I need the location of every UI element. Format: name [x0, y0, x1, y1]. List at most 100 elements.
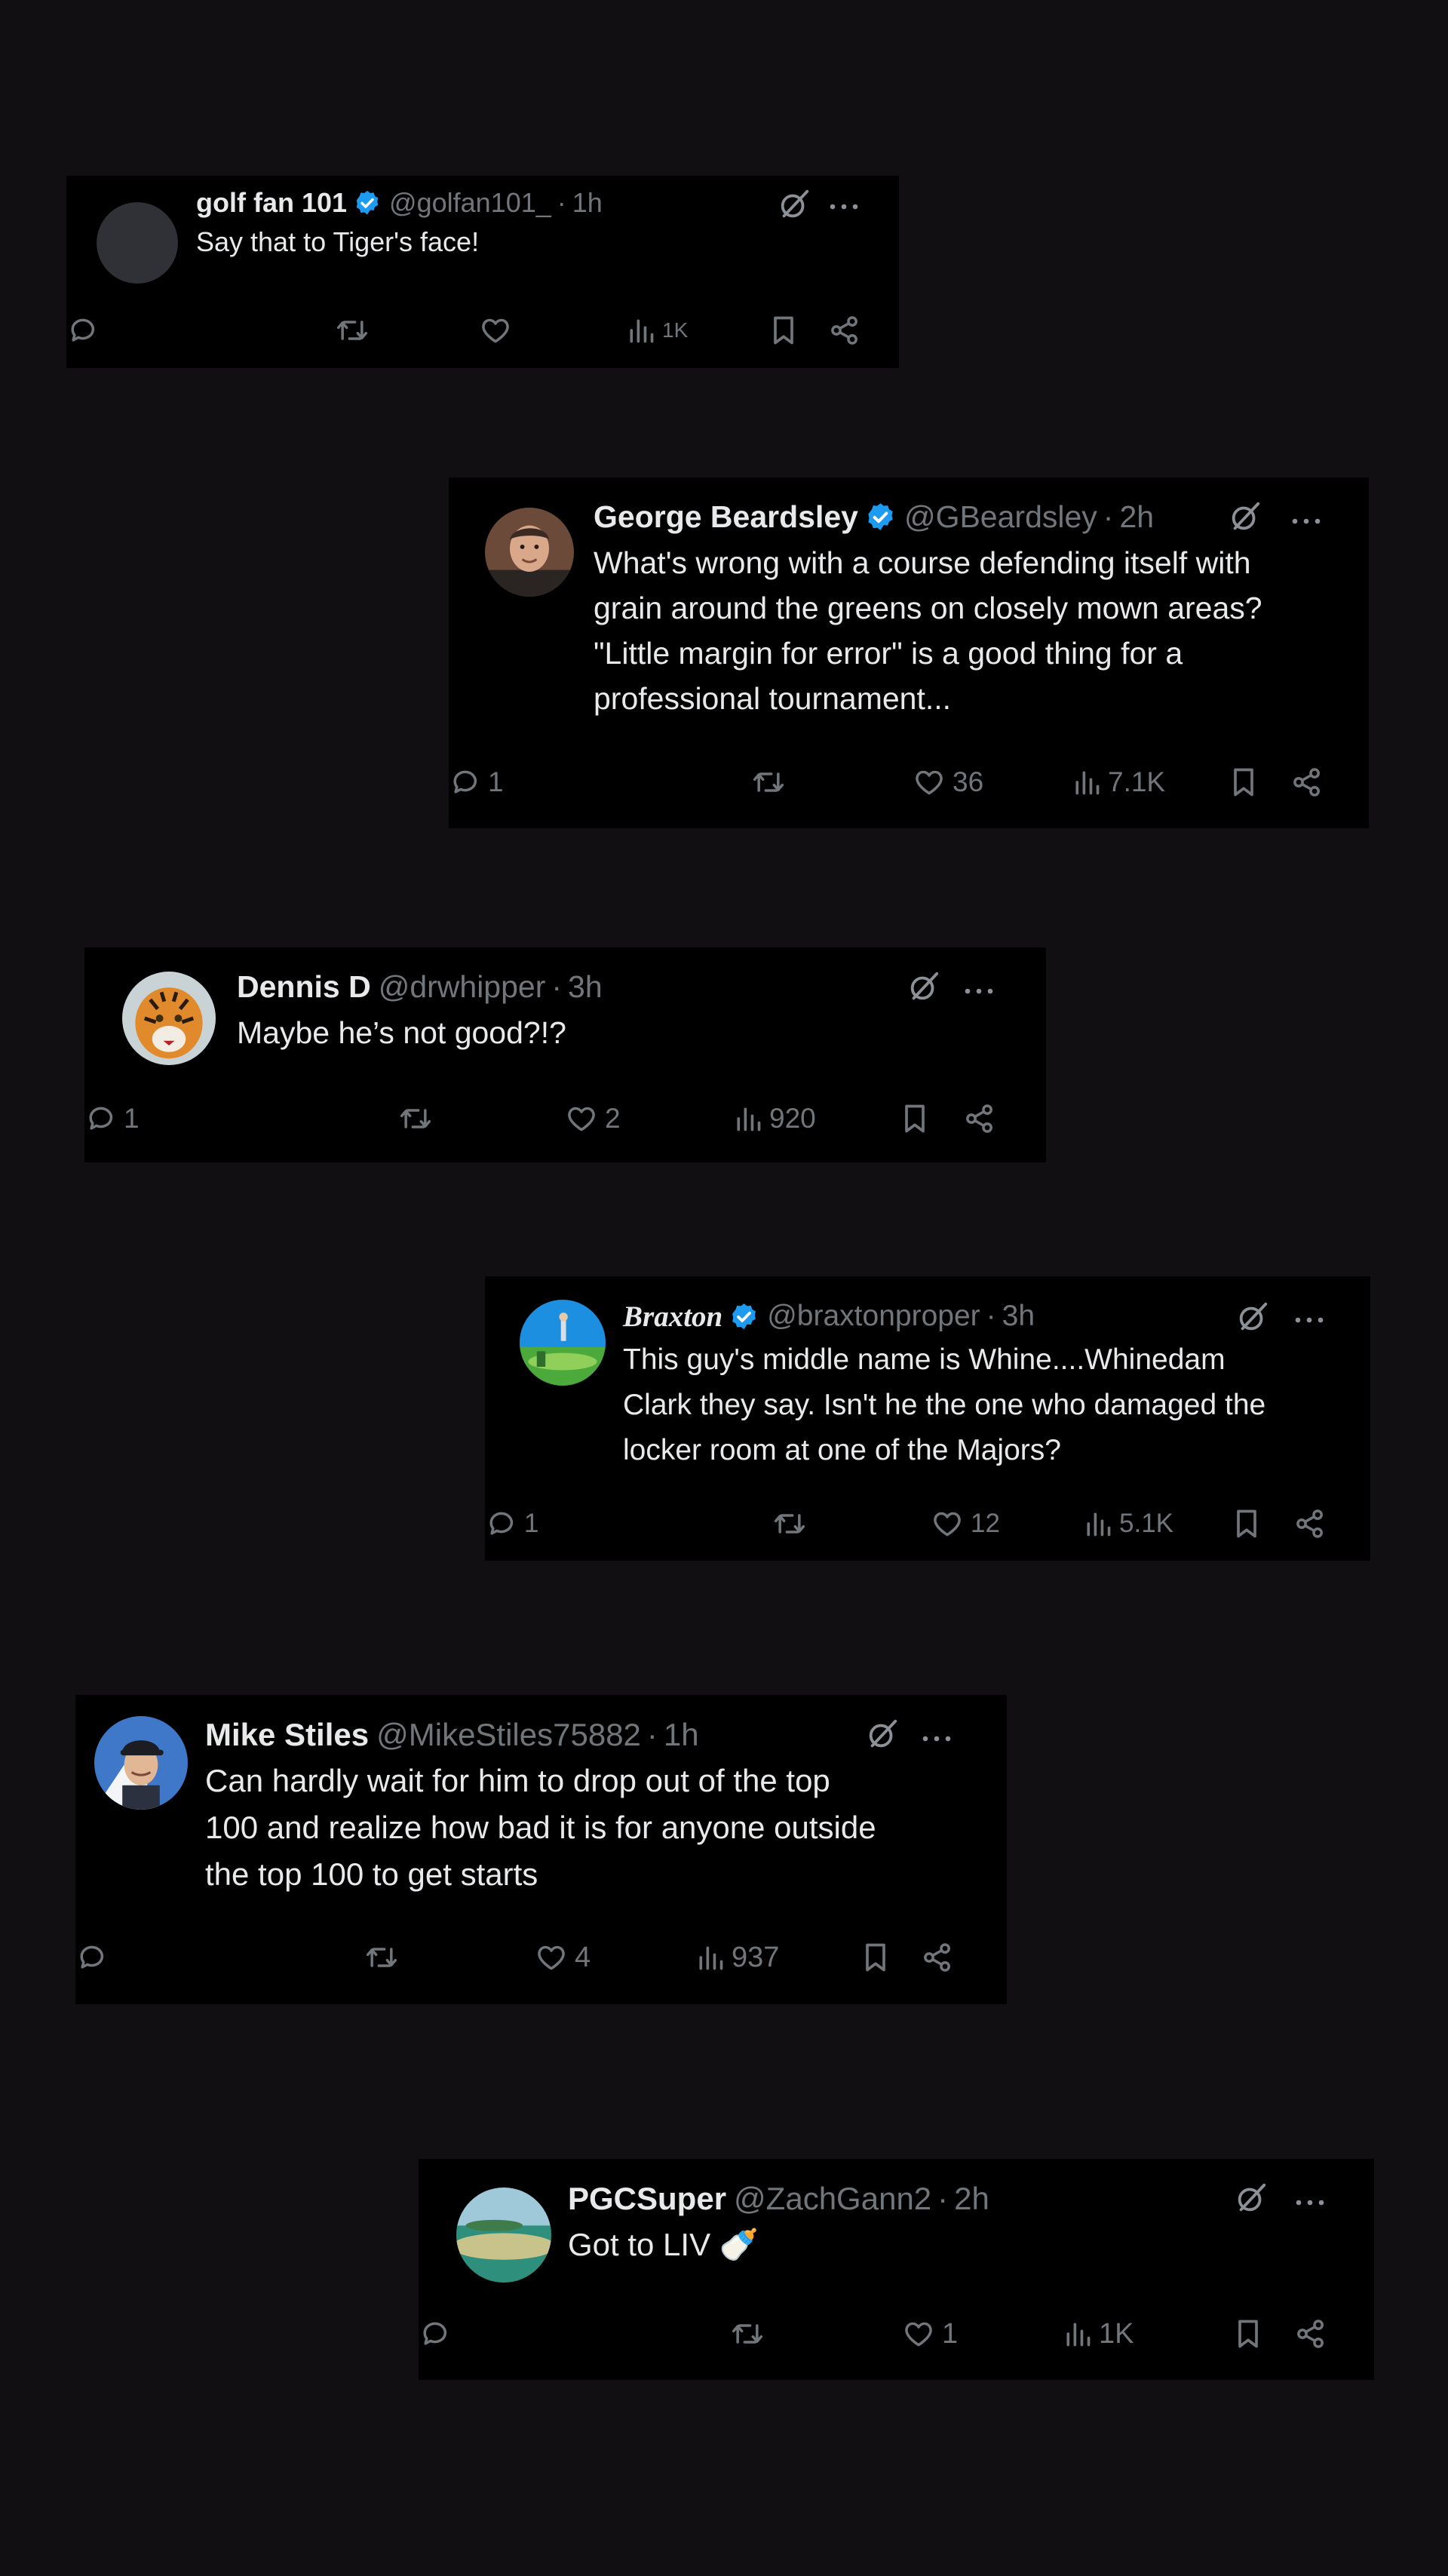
reply-button[interactable]	[75, 1941, 115, 1974]
grok-icon[interactable]	[1235, 1300, 1270, 1334]
views-button[interactable]: 5.1K	[1083, 1507, 1173, 1540]
more-icon[interactable]	[921, 1734, 953, 1743]
retweet-button[interactable]	[334, 314, 376, 347]
views-button[interactable]: 920	[733, 1102, 816, 1135]
bookmark-button[interactable]	[1232, 1507, 1261, 1540]
like-button[interactable]: 4	[534, 1941, 591, 1974]
likes-count: 12	[971, 1509, 1000, 1538]
like-button[interactable]	[478, 314, 519, 347]
share-icon	[1290, 766, 1324, 799]
author-handle[interactable]: @GBeardsley	[904, 499, 1097, 535]
tweet-text: Got to LIV 🍼	[568, 2221, 759, 2268]
timestamp[interactable]: 3h	[568, 969, 603, 1005]
avatar[interactable]	[94, 1716, 188, 1810]
more-icon[interactable]	[1290, 517, 1322, 526]
reply-button[interactable]	[419, 2317, 458, 2350]
bookmark-button[interactable]	[769, 314, 798, 347]
timestamp[interactable]: 1h	[572, 187, 603, 219]
views-button[interactable]: 937	[695, 1941, 779, 1974]
retweet-button[interactable]	[729, 2317, 772, 2350]
author-handle[interactable]: @golfan101_	[389, 187, 551, 219]
avatar[interactable]	[485, 508, 574, 597]
author-name[interactable]: George Beardsley	[594, 499, 858, 535]
grok-icon[interactable]	[865, 1717, 900, 1752]
grok-icon[interactable]	[907, 969, 941, 1004]
tweet-header: PGCSuper @ZachGann2 · 2h	[568, 2181, 989, 2217]
views-button[interactable]: 7.1K	[1072, 766, 1165, 799]
views-icon	[733, 1102, 763, 1135]
like-button[interactable]: 36	[912, 766, 983, 799]
share-button[interactable]	[1290, 766, 1324, 799]
author-name[interactable]: Mike Stiles	[205, 1717, 369, 1753]
retweet-button[interactable]	[364, 1941, 406, 1974]
views-button[interactable]: 1K	[626, 314, 688, 347]
views-count: 5.1K	[1119, 1509, 1173, 1538]
more-icon[interactable]	[828, 202, 860, 211]
timestamp[interactable]: 2h	[1119, 499, 1154, 535]
bookmark-icon	[861, 1941, 890, 1974]
avatar[interactable]	[122, 972, 216, 1065]
author-handle[interactable]: @ZachGann2	[734, 2181, 931, 2217]
author-name[interactable]: golf fan 101	[196, 187, 347, 219]
avatar[interactable]	[97, 202, 178, 284]
author-handle[interactable]: @MikeStiles75882	[376, 1717, 641, 1753]
separator-dot: ·	[646, 1716, 658, 1752]
timestamp[interactable]: 2h	[954, 2181, 989, 2217]
share-button[interactable]	[1293, 1507, 1327, 1540]
tweet-text-line: 100 and realize how bad it is for anyone…	[205, 1810, 876, 1846]
bookmark-button[interactable]	[1229, 766, 1258, 799]
like-button[interactable]: 1	[901, 2317, 958, 2350]
author-handle[interactable]: @drwhipper	[379, 969, 546, 1005]
tweet-card[interactable]: Mike Stiles @MikeStiles75882 · 1h Can hardly…	[75, 1695, 1007, 2004]
bookmark-button[interactable]	[900, 1102, 929, 1135]
tweet-card[interactable]: Braxton @braxtonproper · 3h This guy's middl…	[485, 1276, 1370, 1561]
like-button[interactable]: 2	[564, 1102, 621, 1135]
author-handle[interactable]: @braxtonproper	[767, 1300, 980, 1333]
tweet-text-line: locker room at one of the Majors?	[623, 1434, 1061, 1467]
tweet-card[interactable]: golf fan 101 @golfan101_ · 1h Say that to Ti…	[66, 176, 899, 368]
reply-icon	[66, 314, 100, 347]
share-button[interactable]	[921, 1941, 954, 1974]
tweet-text: This guy's middle name is Whine....Whine…	[623, 1337, 1265, 1473]
more-icon[interactable]	[1294, 2198, 1326, 2207]
bookmark-button[interactable]	[861, 1941, 890, 1974]
more-icon[interactable]	[963, 987, 995, 996]
tweet-text-line: grain around the greens on closely mown …	[594, 590, 1262, 625]
tweet-card[interactable]: PGCSuper @ZachGann2 · 2h Got to LIV 🍼 1 1K	[419, 2159, 1374, 2380]
grok-icon[interactable]	[777, 187, 811, 222]
replies-count: 1	[488, 766, 504, 797]
bookmark-button[interactable]	[1234, 2317, 1262, 2350]
reply-button[interactable]: 1	[84, 1102, 140, 1135]
like-button[interactable]: 12	[930, 1507, 1000, 1540]
reply-button[interactable]	[66, 314, 106, 347]
grok-icon[interactable]	[1234, 2181, 1269, 2215]
share-button[interactable]	[1294, 2317, 1327, 2350]
more-icon[interactable]	[1293, 1316, 1325, 1325]
reply-button[interactable]: 1	[449, 766, 504, 799]
retweet-button[interactable]	[397, 1102, 440, 1135]
share-button[interactable]	[828, 314, 861, 347]
tweet-card[interactable]: Dennis D @drwhipper · 3h Maybe he’s not good…	[84, 947, 1046, 1162]
tweet-card[interactable]: George Beardsley @GBeardsley · 2h What's wro…	[449, 477, 1369, 828]
bookmark-icon	[769, 314, 798, 347]
timestamp[interactable]: 3h	[1002, 1300, 1035, 1333]
views-count: 920	[769, 1103, 816, 1134]
views-button[interactable]: 1K	[1063, 2317, 1134, 2350]
timestamp[interactable]: 1h	[664, 1717, 699, 1753]
verified-badge-icon	[864, 501, 897, 533]
views-icon	[1072, 766, 1102, 799]
share-button[interactable]	[963, 1102, 996, 1135]
retweet-icon	[772, 1507, 808, 1540]
grok-icon[interactable]	[1228, 499, 1262, 534]
author-name[interactable]: Braxton	[623, 1300, 722, 1334]
reply-button[interactable]: 1	[485, 1507, 538, 1540]
author-name[interactable]: Dennis D	[237, 969, 371, 1005]
avatar[interactable]	[456, 2188, 551, 2283]
retweet-button[interactable]	[772, 1507, 814, 1540]
avatar[interactable]	[520, 1300, 606, 1386]
heart-icon	[912, 766, 946, 799]
views-count: 1K	[1099, 2317, 1134, 2350]
author-name[interactable]: PGCSuper	[568, 2181, 726, 2217]
retweet-button[interactable]	[750, 766, 793, 799]
reply-icon	[75, 1941, 109, 1974]
